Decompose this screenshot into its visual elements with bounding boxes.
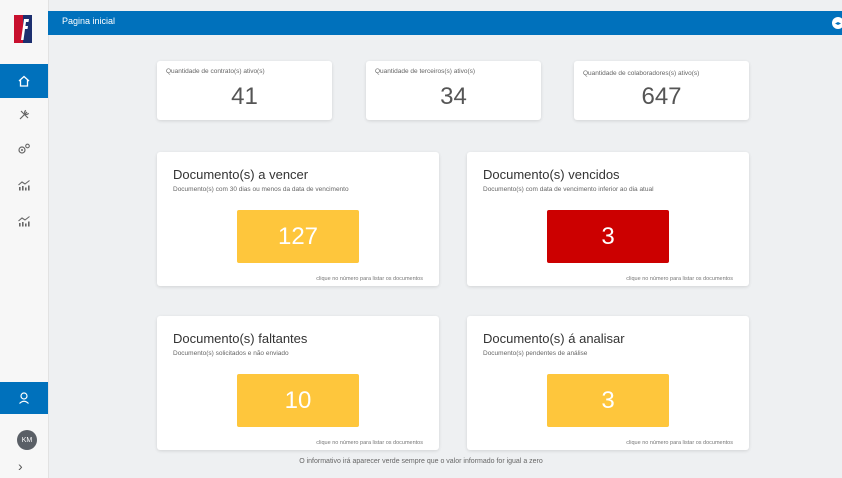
stat-label: Quantidade de terceiros(s) ativo(s) bbox=[375, 68, 476, 75]
card-documents-missing: Documento(s) faltantes Documento(s) soli… bbox=[157, 316, 439, 450]
card-hint: clique no número para listar os document… bbox=[316, 276, 423, 282]
topbar: Pagina inicial bbox=[48, 11, 842, 35]
card-hint: clique no número para listar os document… bbox=[316, 440, 423, 446]
sidebar-item-tools[interactable] bbox=[0, 98, 48, 132]
card-documents-to-review: Documento(s) á analisar Documento(s) pen… bbox=[467, 316, 749, 450]
chart-icon bbox=[18, 216, 30, 227]
card-title: Documento(s) vencidos bbox=[483, 167, 620, 182]
card-title: Documento(s) á analisar bbox=[483, 331, 625, 346]
support-icon bbox=[19, 392, 29, 404]
avatar[interactable]: KM bbox=[17, 430, 37, 450]
card-subtitle: Documento(s) com data de vencimento infe… bbox=[483, 186, 654, 193]
sidebar-item-settings[interactable] bbox=[0, 132, 48, 166]
stat-value: 34 bbox=[440, 83, 467, 110]
footer-note: O informativo irá aparecer verde sempre … bbox=[299, 458, 543, 465]
card-title: Documento(s) faltantes bbox=[173, 331, 308, 346]
stat-label: Quantidade de colaboradores(s) ativo(s) bbox=[583, 70, 700, 77]
collapse-toggle-icon[interactable]: ◂▸ bbox=[832, 17, 842, 29]
card-subtitle: Documento(s) solicitados e não enviado bbox=[173, 350, 289, 357]
app-logo bbox=[12, 14, 34, 44]
stat-card-employees: Quantidade de colaboradores(s) ativo(s) … bbox=[574, 61, 749, 120]
sidebar-item-analytics[interactable] bbox=[0, 204, 48, 238]
stat-card-contracts: Quantidade de contrato(s) ativo(s) 41 bbox=[157, 61, 332, 120]
gears-icon bbox=[18, 143, 30, 154]
sidebar-item-reports[interactable] bbox=[0, 168, 48, 202]
card-documents-expiring: Documento(s) a vencer Documento(s) com 3… bbox=[157, 152, 439, 286]
stat-label: Quantidade de contrato(s) ativo(s) bbox=[166, 68, 265, 75]
tools-icon bbox=[19, 109, 30, 120]
page-title: Pagina inicial bbox=[62, 16, 116, 26]
stat-value: 41 bbox=[231, 83, 258, 110]
sidebar: KM › bbox=[0, 0, 49, 478]
card-subtitle: Documento(s) com 30 dias ou menos da dat… bbox=[173, 186, 349, 193]
home-icon bbox=[18, 75, 30, 87]
review-count-button[interactable]: 3 bbox=[547, 374, 669, 427]
sidebar-item-support[interactable] bbox=[0, 382, 48, 414]
card-documents-expired: Documento(s) vencidos Documento(s) com d… bbox=[467, 152, 749, 286]
stat-card-third-parties: Quantidade de terceiros(s) ativo(s) 34 bbox=[366, 61, 541, 120]
card-hint: clique no número para listar os document… bbox=[626, 440, 733, 446]
card-title: Documento(s) a vencer bbox=[173, 167, 309, 182]
missing-count-button[interactable]: 10 bbox=[237, 374, 359, 427]
expiring-count-button[interactable]: 127 bbox=[237, 210, 359, 263]
expired-count-button[interactable]: 3 bbox=[547, 210, 669, 263]
stat-value: 647 bbox=[641, 83, 682, 110]
card-hint: clique no número para listar os document… bbox=[626, 276, 733, 282]
chart-icon bbox=[18, 180, 30, 191]
sidebar-item-home[interactable] bbox=[0, 64, 48, 98]
card-subtitle: Documento(s) pendentes de análise bbox=[483, 350, 588, 357]
